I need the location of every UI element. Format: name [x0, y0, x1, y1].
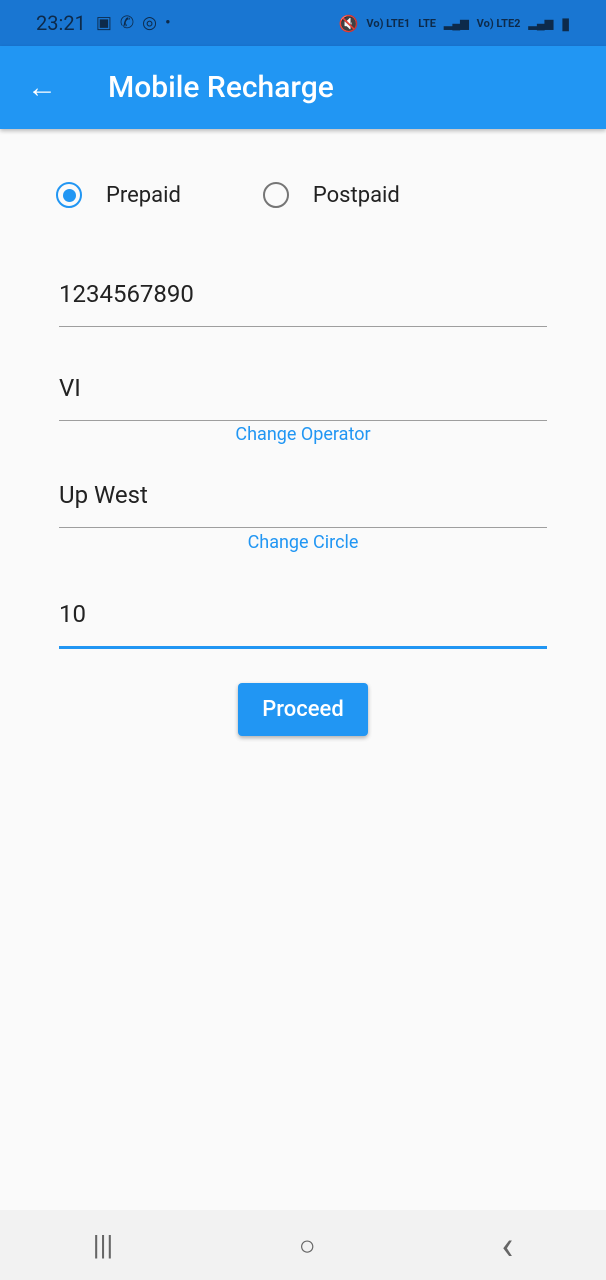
status-bar: 23:21 ▣ ✆ ◎ • 🔇 Vo) LTE1 LTE ▂▄▆ Vo) LTE…: [0, 0, 606, 46]
arrow-left-icon[interactable]: ←: [2, 70, 82, 105]
navigation-bar: ||| ○ ‹: [0, 1210, 606, 1280]
prepaid-radio[interactable]: [56, 182, 82, 208]
volte1-label: Vo) LTE1: [366, 16, 411, 30]
circle-field[interactable]: Up West: [59, 481, 547, 528]
recents-icon[interactable]: |||: [93, 1229, 114, 1262]
mute-icon: 🔇: [338, 13, 359, 33]
postpaid-radio[interactable]: [262, 182, 289, 208]
change-circle-link[interactable]: Change Circle: [59, 532, 547, 553]
battery-icon: ▮: [561, 13, 570, 33]
plan-type-group: Prepaid Postpaid: [56, 182, 400, 208]
lte-label: LTE: [418, 16, 436, 30]
dot-icon: •: [164, 13, 171, 33]
proceed-button[interactable]: Proceed: [238, 683, 368, 736]
operator-field[interactable]: VI: [59, 374, 547, 421]
volte2-label: Vo) LTE2: [476, 16, 521, 30]
status-time: 23:21: [36, 11, 86, 35]
home-icon[interactable]: ○: [299, 1229, 316, 1262]
signal-icon: ▂▄▆: [443, 16, 469, 30]
whatsapp-icon: ✆: [119, 13, 135, 33]
app-bar: ← Mobile Recharge: [0, 46, 606, 129]
page-title: Mobile Recharge: [108, 70, 334, 105]
signal-icon: ▂▄▆: [528, 16, 554, 30]
prepaid-label[interactable]: Prepaid: [106, 183, 181, 208]
back-icon[interactable]: ‹: [501, 1222, 513, 1269]
amount-input[interactable]: 10: [59, 600, 547, 649]
sync-icon: ◎: [142, 13, 157, 33]
change-operator-link[interactable]: Change Operator: [59, 424, 547, 445]
postpaid-label[interactable]: Postpaid: [313, 183, 400, 208]
gallery-icon: ▣: [95, 13, 112, 33]
mobile-number-input[interactable]: 1234567890: [59, 280, 547, 327]
